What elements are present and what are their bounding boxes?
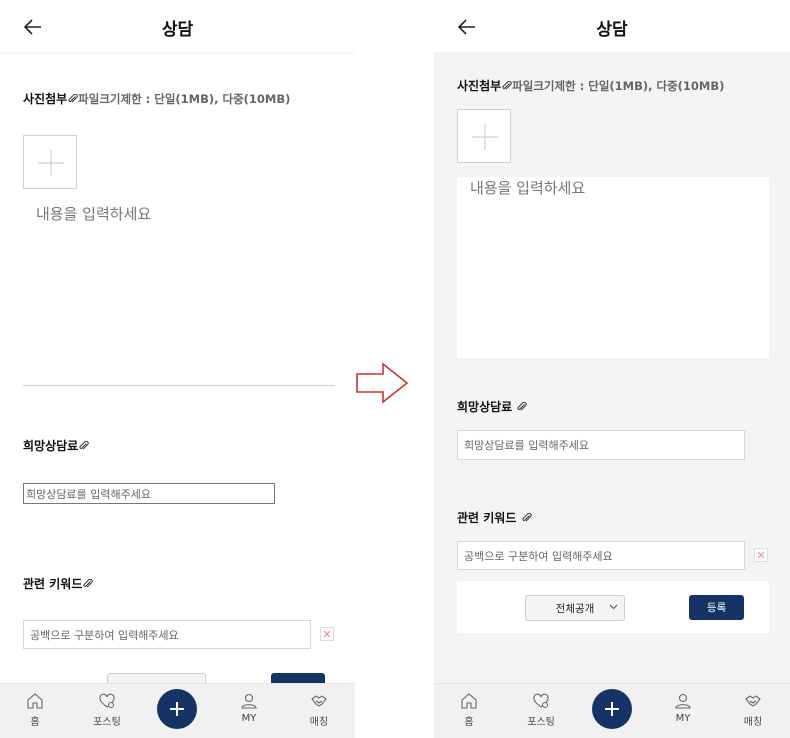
attachment-label: 사진첨부 (457, 79, 502, 93)
keywords-label-row: 관련 키워드 (23, 575, 94, 592)
handshake-icon (311, 695, 327, 707)
action-bar: 전체공개 등록 (457, 581, 769, 633)
nav-matching[interactable]: 매칭 (728, 692, 778, 728)
attachment-label: 사진첨부 (23, 92, 68, 106)
close-icon (757, 551, 765, 559)
nav-posting[interactable]: 포스팅 (82, 692, 132, 728)
clear-keywords-button[interactable] (320, 627, 334, 641)
heart-bubble-icon (99, 693, 115, 708)
keywords-input[interactable]: 공백으로 구분하여 입력해주세요 (457, 541, 745, 570)
header: 상담 (0, 0, 355, 52)
fee-label-row: 희망상담료 (23, 437, 89, 454)
content-textarea[interactable]: 내용을 입력하세요 (470, 177, 750, 207)
bottom-nav: 홈 포스팅 MY 매칭 (0, 683, 355, 738)
add-post-fab[interactable] (157, 689, 197, 729)
paperclip-icon (522, 513, 532, 522)
chevron-down-icon (609, 604, 618, 610)
home-icon (27, 693, 43, 709)
plus-icon (472, 124, 498, 150)
submit-button[interactable]: 등록 (689, 595, 744, 620)
screen-after: 상담 사진첨부 파일크기제한 : 단일(1MB), 다중(10MB) 내용을 입력… (434, 0, 790, 738)
paperclip-icon (79, 441, 89, 450)
keywords-label-row: 관련 키워드 (457, 509, 532, 526)
keywords-input[interactable]: 공백으로 구분하여 입력해주세요 (23, 620, 311, 649)
user-icon (241, 693, 257, 709)
add-photo-button[interactable] (457, 109, 511, 163)
transition-arrow-icon (356, 362, 409, 404)
user-icon (675, 693, 691, 709)
fee-label: 희망상담료 (457, 400, 513, 414)
page-title: 상담 (161, 20, 194, 40)
attachment-size-note: 파일크기제한 : 단일(1MB), 다중(10MB) (78, 92, 291, 106)
fee-input[interactable]: 희망상담료를 입력해주세요 (457, 430, 745, 460)
visibility-selected: 전체공개 (555, 602, 595, 615)
nav-my[interactable]: MY (224, 692, 274, 724)
fee-input[interactable]: 희망상담료를 입력해주세요 (23, 483, 275, 504)
home-icon (461, 693, 477, 709)
attachment-label-row: 사진첨부 파일크기제한 : 단일(1MB), 다중(10MB) (23, 90, 290, 107)
page-title: 상담 (596, 20, 628, 40)
plus-icon (605, 702, 619, 716)
fee-label: 희망상담료 (23, 439, 79, 453)
add-post-fab[interactable] (592, 689, 632, 729)
paperclip-icon (83, 579, 94, 588)
paperclip-icon (68, 94, 78, 103)
paperclip-icon (502, 81, 512, 90)
nav-my[interactable]: MY (658, 692, 708, 724)
content-textarea-box[interactable]: 내용을 입력하세요 (457, 177, 769, 358)
screen-before: 상담 사진첨부 파일크기제한 : 단일(1MB), 다중(10MB) 내용을 입력… (0, 0, 355, 738)
bottom-nav: 홈 포스팅 MY 매칭 (434, 683, 790, 738)
nav-home[interactable]: 홈 (444, 692, 494, 728)
add-photo-button[interactable] (23, 135, 77, 189)
divider (23, 385, 335, 386)
visibility-select[interactable]: 전체공개 (525, 595, 625, 621)
clear-keywords-button[interactable] (754, 548, 768, 562)
attachment-label-row: 사진첨부 파일크기제한 : 단일(1MB), 다중(10MB) (457, 77, 724, 94)
nav-home[interactable]: 홈 (10, 692, 60, 728)
plus-icon (170, 702, 184, 716)
nav-matching[interactable]: 매칭 (294, 692, 344, 728)
handshake-icon (745, 695, 761, 707)
fee-label-row: 희망상담료 (457, 398, 528, 415)
header: 상담 (434, 0, 790, 52)
heart-bubble-icon (533, 693, 549, 708)
keywords-label: 관련 키워드 (23, 577, 83, 591)
content-textarea[interactable]: 내용을 입력하세요 (36, 203, 326, 373)
keywords-label: 관련 키워드 (457, 511, 517, 525)
nav-posting[interactable]: 포스팅 (516, 692, 566, 728)
paperclip-icon (517, 402, 528, 411)
attachment-size-note: 파일크기제한 : 단일(1MB), 다중(10MB) (512, 79, 725, 93)
plus-icon (38, 150, 64, 176)
close-icon (323, 630, 331, 638)
